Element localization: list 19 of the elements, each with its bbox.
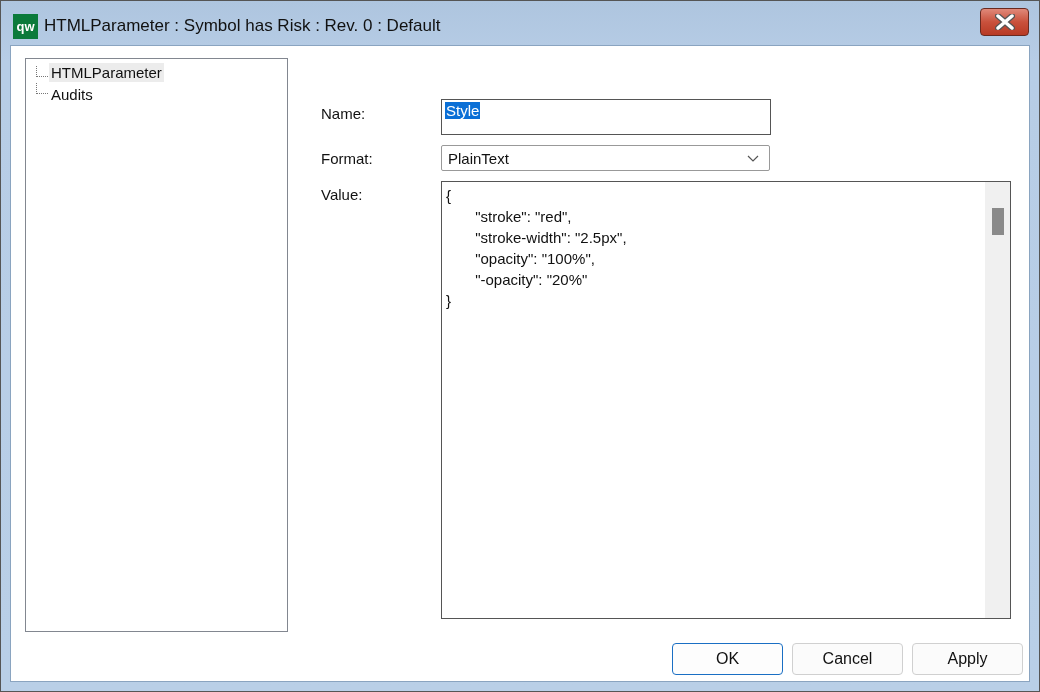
field-label: Name: [321, 104, 367, 124]
tree-item[interactable]: HTMLParameter [49, 62, 164, 82]
value-text-area[interactable]: { "stroke": "red", "stroke-width": "2.5px", "opacity": "100%", "-opacity": "20%" } [441, 181, 1011, 619]
field-label: Format: [321, 149, 374, 169]
tree-item[interactable]: Audits [49, 84, 95, 104]
selected-text: Style [445, 102, 481, 119]
scrollbar-thumb[interactable] [992, 208, 1004, 235]
vertical-scrollbar[interactable] [985, 182, 1010, 618]
chevron-down-icon [747, 154, 759, 162]
name-input-field[interactable]: Style [441, 99, 771, 135]
window-title: HTMLParameter : Symbol has Risk : Rev. 0 : Default [44, 16, 442, 36]
format-dropdown[interactable]: PlainText [441, 145, 770, 171]
field-label: Value: [321, 185, 364, 205]
close-button[interactable] [980, 8, 1029, 36]
dialog-button[interactable]: OK [672, 643, 783, 675]
app-logo-icon: qw [13, 13, 38, 39]
dialog-button[interactable]: Apply [912, 643, 1023, 675]
close-icon [994, 14, 1015, 30]
dialog-button[interactable]: Cancel [792, 643, 903, 675]
